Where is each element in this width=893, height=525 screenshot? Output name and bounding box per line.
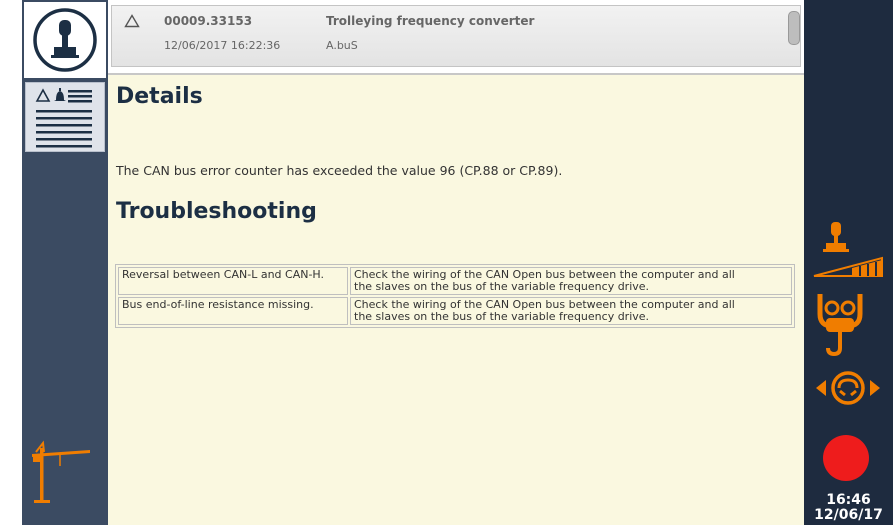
clock-time: 16:46 (826, 492, 871, 508)
table-row: Reversal between CAN-L and CAN-H. Check … (118, 267, 792, 295)
remedy-line: the slaves on the bus of the variable fr… (354, 280, 650, 293)
details-heading: Details (116, 84, 203, 109)
alarm-header: 00009.33153 Trolleying frequency convert… (108, 0, 804, 75)
alarm-list-button[interactable] (25, 82, 105, 152)
remedy-cell: Check the wiring of the CAN Open bus bet… (350, 267, 792, 295)
alarm-details-panel: Details The CAN bus error counter has ex… (108, 75, 804, 525)
troubleshooting-table: Reversal between CAN-L and CAN-H. Check … (115, 264, 795, 328)
alarm-code: 00009.33153 (164, 14, 253, 28)
speed-joystick-icon[interactable] (812, 218, 884, 280)
alarm-title: Trolleying frequency converter (326, 14, 535, 28)
tower-crane-icon[interactable] (30, 440, 94, 504)
scrollbar-thumb[interactable] (788, 11, 800, 45)
clock-date: 12/06/17 (814, 507, 883, 523)
troubleshooting-heading: Troubleshooting (116, 199, 317, 224)
right-sidebar: 16:46 12/06/17 (804, 0, 893, 525)
cause-cell: Bus end-of-line resistance missing. (118, 297, 348, 325)
hoist-hook-icon[interactable] (812, 288, 884, 356)
alarm-description: The CAN bus error counter has exceeded t… (116, 163, 563, 178)
cause-cell: Reversal between CAN-L and CAN-H. (118, 267, 348, 295)
record-icon[interactable] (822, 434, 870, 482)
alarm-source: A.buS (326, 39, 358, 52)
warning-triangle-icon (124, 14, 140, 28)
alarm-timestamp: 12/06/2017 16:22:36 (164, 39, 281, 52)
slewing-icon[interactable] (812, 366, 884, 410)
remedy-line: the slaves on the bus of the variable fr… (354, 310, 650, 323)
remedy-cell: Check the wiring of the CAN Open bus bet… (350, 297, 792, 325)
clock: 16:46 12/06/17 (804, 493, 893, 523)
joystick-icon (33, 8, 97, 72)
home-button[interactable] (24, 2, 106, 78)
alarm-list-icon (35, 88, 92, 148)
alarm-entry[interactable]: 00009.33153 Trolleying frequency convert… (111, 5, 801, 67)
table-row: Bus end-of-line resistance missing. Chec… (118, 297, 792, 325)
left-sidebar (22, 0, 108, 525)
